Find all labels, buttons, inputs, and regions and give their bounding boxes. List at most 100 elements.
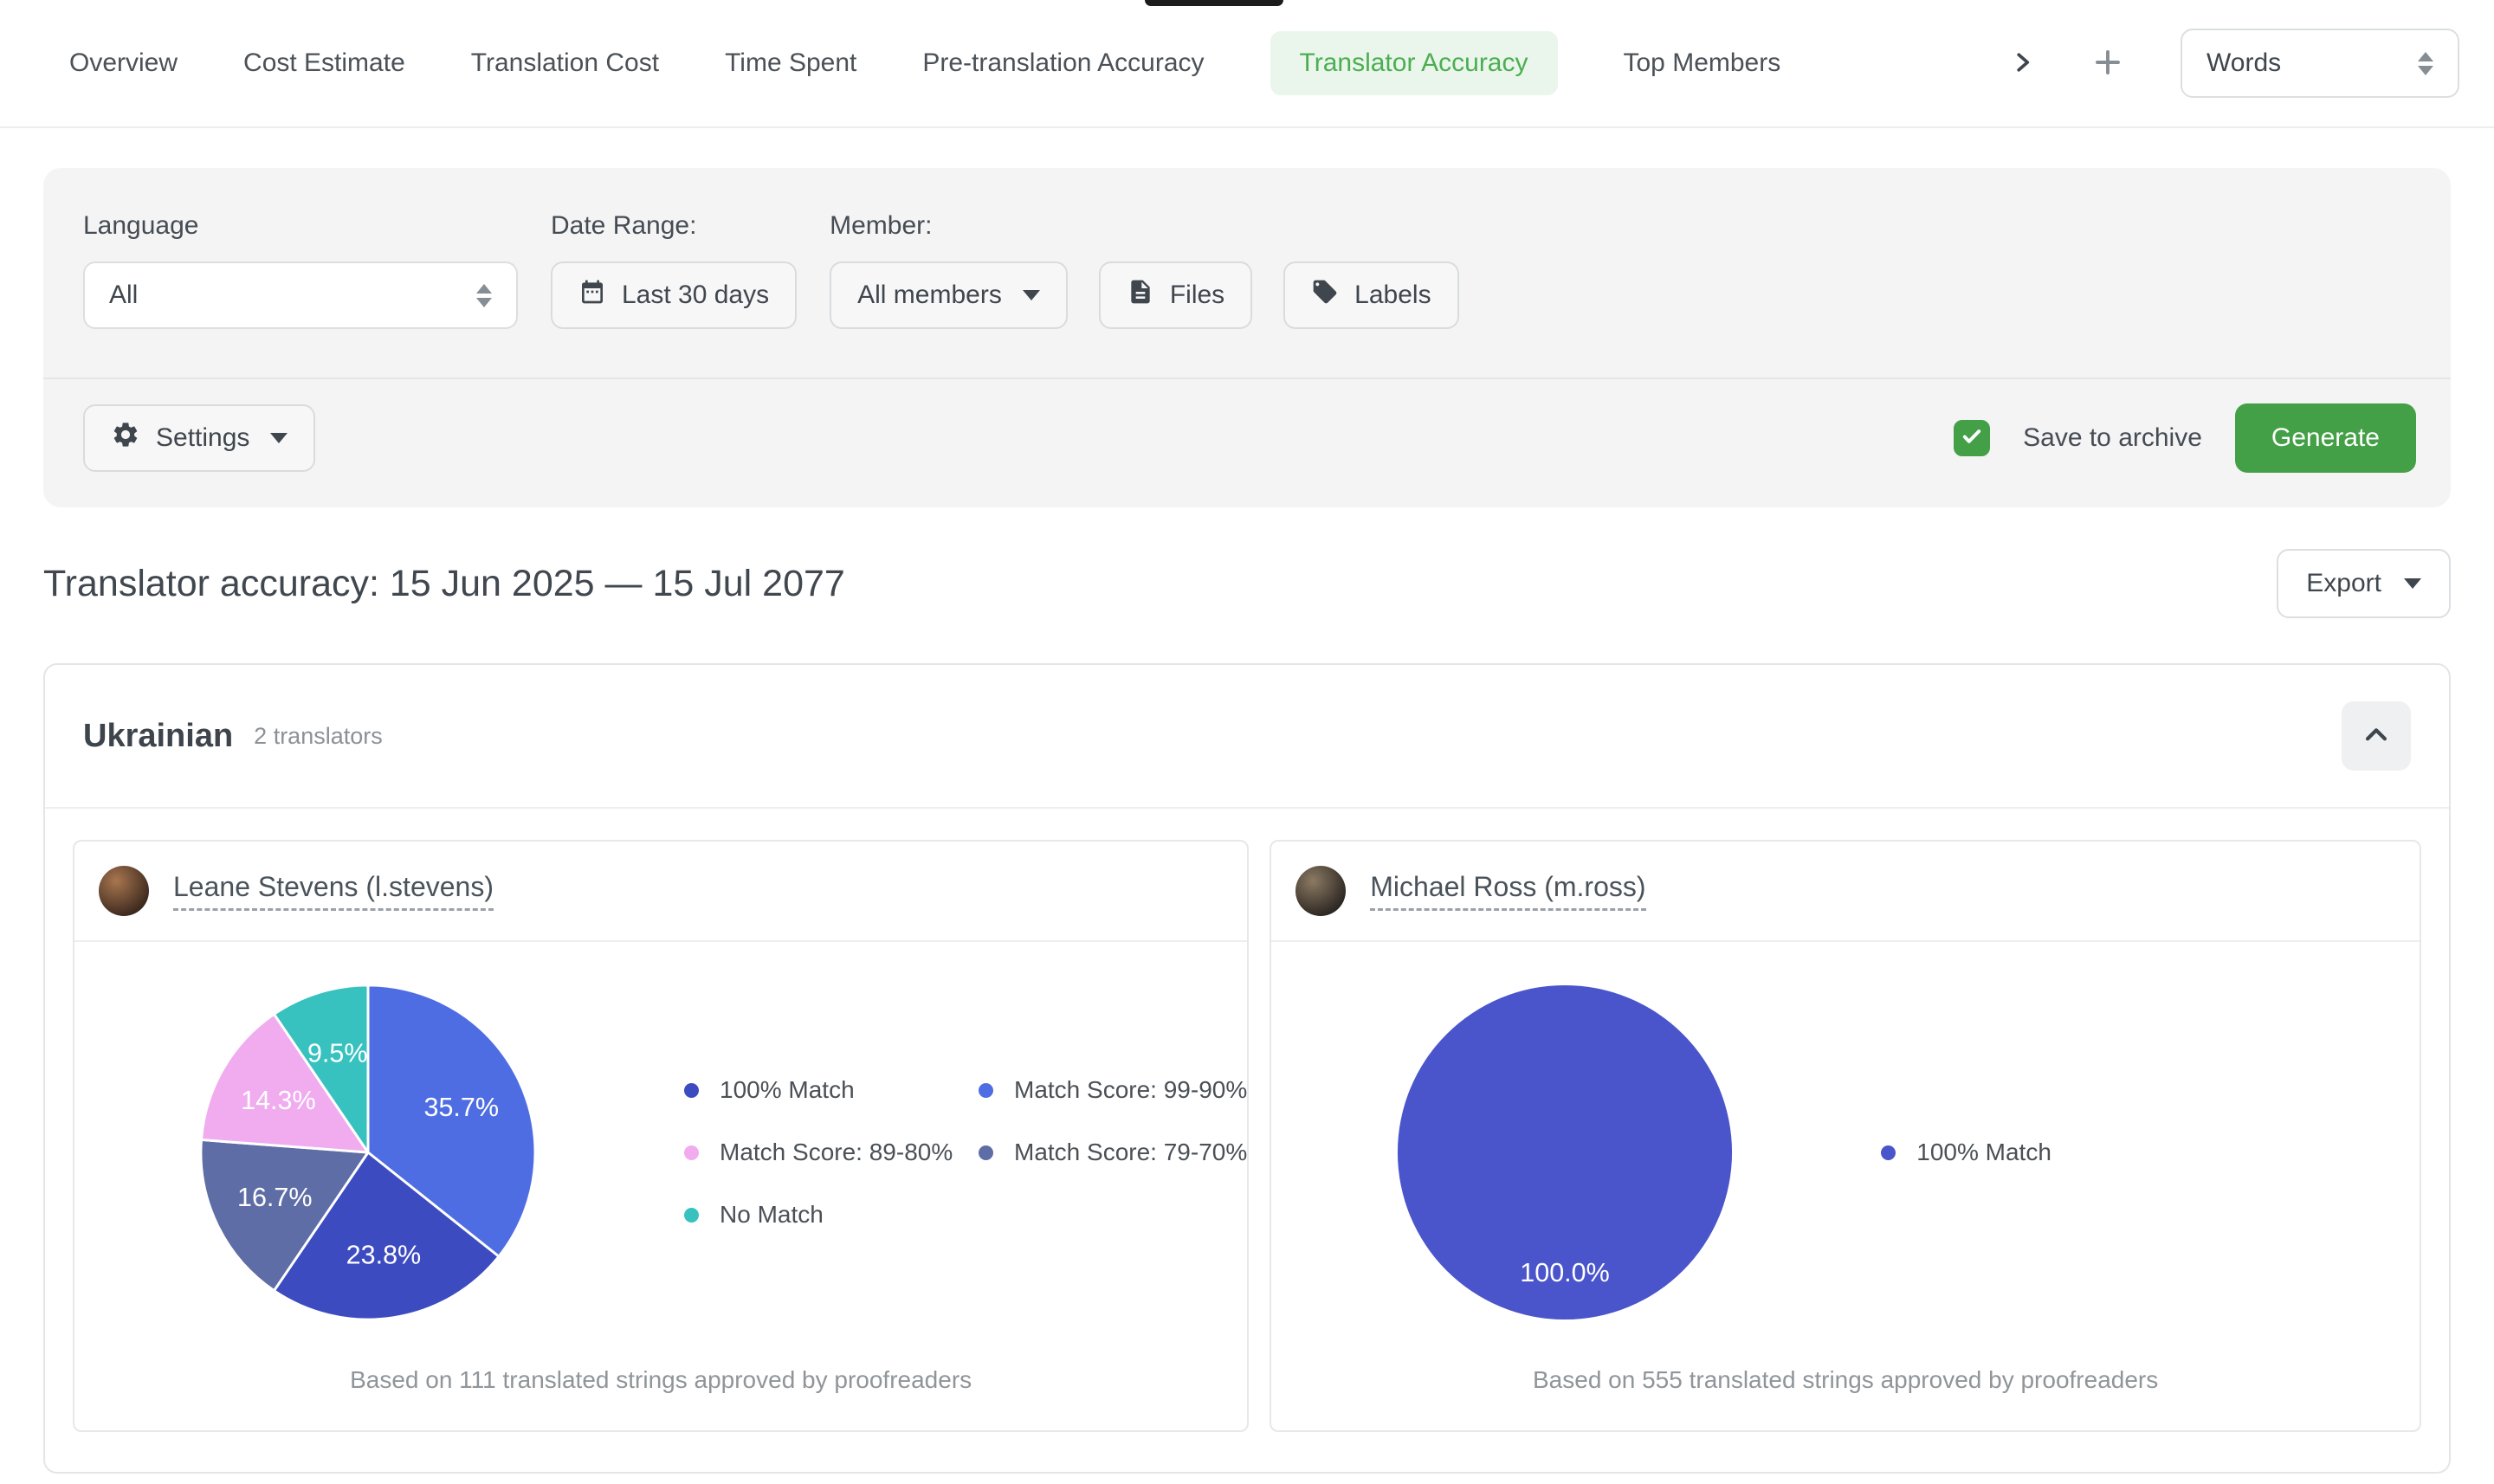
legend-item: Match Score: 89-80%	[684, 1139, 979, 1166]
pie-label: 100.0%	[1521, 1258, 1611, 1287]
page-title: Translator accuracy: 15 Jun 2025 — 15 Ju…	[43, 563, 845, 605]
legend-label: Match Score: 79-70%	[1014, 1139, 1247, 1166]
legend-item: No Match	[684, 1201, 979, 1229]
date-range-filter-group: Date Range: Last 30 days	[551, 211, 797, 329]
translator-card: Leane Stevens (l.stevens) 35.7% 23.8% 16.7…	[73, 840, 1249, 1432]
tab-top-members[interactable]: Top Members	[1624, 31, 1781, 95]
date-range-value: Last 30 days	[622, 281, 769, 310]
accuracy-chart-row: 35.7% 23.8% 16.7% 14.3% 9.5% 100% Match Match…	[74, 942, 1247, 1363]
labels-label: Labels	[1354, 281, 1431, 310]
translator-card-header: Leane Stevens (l.stevens)	[74, 842, 1247, 942]
settings-dropdown-button[interactable]: Settings	[83, 404, 315, 472]
plus-icon	[2092, 47, 2123, 81]
date-range-label: Date Range:	[551, 211, 797, 241]
member-value: All members	[857, 281, 1002, 310]
language-name: Ukrainian	[83, 718, 233, 755]
calendar-icon	[578, 278, 606, 313]
report-tabs: Overview Cost Estimate Translation Cost Tim…	[69, 31, 1780, 95]
language-section-header: Ukrainian 2 translators	[45, 665, 2449, 809]
caret-down-icon	[2404, 578, 2421, 589]
translator-cards: Leane Stevens (l.stevens) 35.7% 23.8% 16.7…	[45, 809, 2449, 1472]
report-title-row: Translator accuracy: 15 Jun 2025 — 15 Ju…	[43, 549, 2451, 618]
legend-item: Match Score: 79-70%	[979, 1139, 1247, 1166]
export-button[interactable]: Export	[2277, 549, 2451, 618]
legend-dot-icon	[684, 1208, 699, 1223]
legend-label: Match Score: 99-90%	[1014, 1076, 1247, 1104]
save-to-archive-label: Save to archive	[2023, 423, 2202, 453]
report-tabbar: Overview Cost Estimate Translation Cost Tim…	[0, 0, 2494, 128]
legend-item: 100% Match	[684, 1076, 979, 1104]
chart-legend: 100% Match Match Score: 99-90% Match Score…	[684, 1076, 1247, 1229]
chart-legend: 100% Match	[1881, 1139, 2051, 1166]
chevron-up-icon	[2362, 720, 2391, 752]
legend-dot-icon	[979, 1145, 993, 1160]
labels-filter-button[interactable]: Labels	[1283, 261, 1458, 329]
tab-cost-estimate[interactable]: Cost Estimate	[243, 31, 405, 95]
language-select-value: All	[109, 281, 138, 310]
save-to-archive-checkbox[interactable]	[1954, 420, 1990, 456]
language-section-card: Ukrainian 2 translators Leane Stevens (l…	[43, 663, 2451, 1474]
legend-label: No Match	[720, 1201, 824, 1229]
unit-select[interactable]: Words	[2181, 29, 2459, 98]
pie-label: 35.7%	[423, 1093, 499, 1122]
chart-footnote: Based on 111 translated strings approved…	[74, 1363, 1247, 1430]
member-label: Member:	[830, 211, 1458, 241]
chart-footnote: Based on 555 translated strings approved…	[1271, 1363, 2420, 1430]
gear-icon	[111, 420, 140, 456]
select-arrows-icon	[2418, 52, 2433, 75]
tab-time-spent[interactable]: Time Spent	[725, 31, 856, 95]
files-filter-button[interactable]: Files	[1099, 261, 1252, 329]
window-notch	[1145, 0, 1283, 6]
add-report-button[interactable]	[2092, 47, 2123, 81]
generate-controls: Save to archive Generate	[1954, 403, 2416, 473]
legend-dot-icon	[684, 1145, 699, 1160]
translators-count: 2 translators	[254, 723, 383, 750]
legend-dot-icon	[979, 1083, 993, 1098]
chevron-right-icon	[2009, 48, 2035, 80]
avatar	[99, 866, 149, 916]
legend-label: Match Score: 89-80%	[720, 1139, 953, 1166]
settings-label: Settings	[156, 423, 249, 453]
member-dropdown[interactable]: All members	[830, 261, 1068, 329]
caret-down-icon	[270, 433, 288, 443]
legend-item: Match Score: 99-90%	[979, 1076, 1247, 1104]
language-label: Language	[83, 211, 518, 241]
generate-button[interactable]: Generate	[2235, 403, 2416, 473]
language-filter-group: Language All	[83, 211, 518, 329]
tab-overview[interactable]: Overview	[69, 31, 178, 95]
select-arrows-icon	[476, 284, 492, 307]
pie-label: 23.8%	[346, 1240, 422, 1269]
tabbar-right-controls: Words	[2009, 29, 2459, 98]
report-filter-panel: Language All Date Range: Last 30 days Me…	[43, 168, 2451, 507]
caret-down-icon	[1023, 290, 1040, 300]
member-controls: All members Files Labels	[830, 261, 1458, 329]
tab-translation-cost[interactable]: Translation Cost	[471, 31, 659, 95]
member-filter-group: Member: All members Files Labels	[830, 211, 1458, 329]
translator-name-link[interactable]: Michael Ross (m.ross)	[1370, 871, 1645, 911]
tag-icon	[1311, 278, 1339, 313]
date-range-button[interactable]: Last 30 days	[551, 261, 797, 329]
files-label: Files	[1170, 281, 1224, 310]
legend-label: 100% Match	[1916, 1139, 2051, 1166]
language-select[interactable]: All	[83, 261, 518, 329]
unit-select-value: Words	[2206, 48, 2281, 78]
tab-pre-translation-accuracy[interactable]: Pre-translation Accuracy	[922, 31, 1204, 95]
collapse-section-button[interactable]	[2342, 701, 2411, 771]
pie-label: 9.5%	[307, 1039, 368, 1068]
legend-dot-icon	[684, 1083, 699, 1098]
avatar	[1295, 866, 1346, 916]
legend-item: 100% Match	[1881, 1139, 2051, 1166]
export-label: Export	[2306, 569, 2381, 598]
file-icon	[1127, 278, 1154, 313]
translator-card: Michael Ross (m.ross) 100.0% 100% Match …	[1270, 840, 2421, 1432]
legend-label: 100% Match	[720, 1076, 855, 1104]
check-icon	[1960, 424, 1984, 453]
translator-name-link[interactable]: Leane Stevens (l.stevens)	[173, 871, 494, 911]
pie-label: 16.7%	[237, 1183, 313, 1212]
translator-card-header: Michael Ross (m.ross)	[1271, 842, 2420, 942]
accuracy-pie-chart: 100.0%	[1394, 982, 1735, 1323]
tab-translator-accuracy[interactable]: Translator Accuracy	[1270, 31, 1558, 95]
tabs-overflow-button[interactable]	[2009, 48, 2035, 80]
pie-label: 14.3%	[241, 1086, 316, 1115]
legend-dot-icon	[1881, 1145, 1896, 1160]
